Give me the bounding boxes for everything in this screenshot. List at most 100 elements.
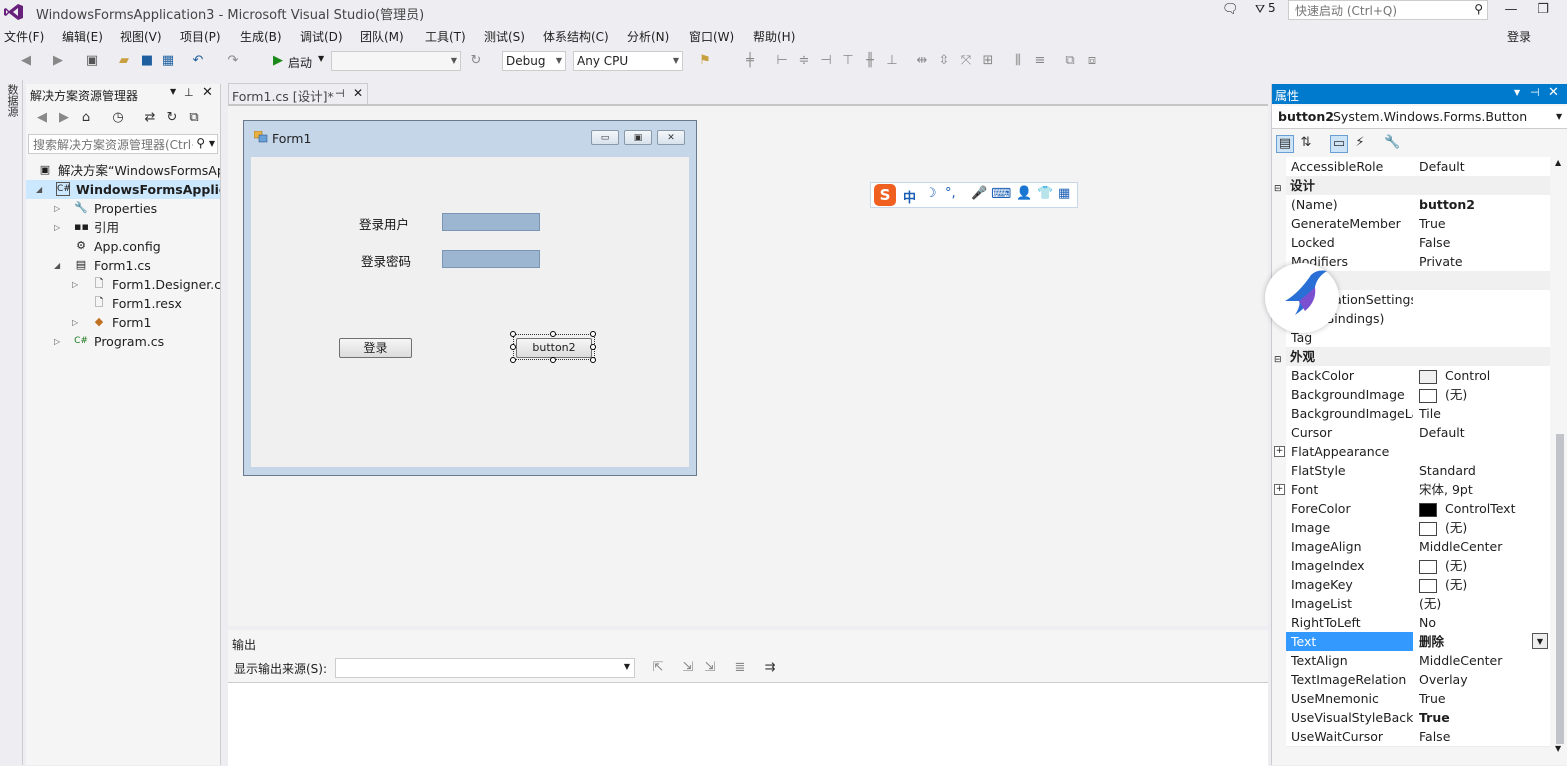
login-button[interactable]: 登录 bbox=[339, 338, 412, 358]
close-icon[interactable]: ✕ bbox=[202, 85, 213, 100]
menu-analyze[interactable]: 分析(N) bbox=[627, 28, 669, 45]
property-row[interactable]: UseVisualStyleBackColorTrue bbox=[1286, 708, 1550, 728]
pin-icon[interactable]: ⊥ bbox=[184, 86, 194, 99]
expanded-arrow-icon[interactable]: ◢ bbox=[54, 256, 60, 275]
minimize-button[interactable]: — bbox=[1500, 2, 1522, 20]
align-bottoms-icon[interactable]: ⊥ bbox=[884, 53, 900, 69]
output-source-select[interactable]: ▼ bbox=[335, 658, 635, 678]
collapse-icon[interactable]: ⊟ bbox=[1274, 351, 1282, 370]
pin-icon[interactable]: ⊣ bbox=[1530, 86, 1540, 99]
undo-icon[interactable]: ↶ bbox=[190, 53, 206, 69]
tree-item-program-cs[interactable]: ▷ C# Program.cs bbox=[26, 332, 220, 351]
tab-form1-designer[interactable]: Form1.cs [设计]* ⊣ ✕ bbox=[228, 83, 368, 104]
collapse-all-icon[interactable]: ⧉ bbox=[186, 110, 202, 126]
toolbox-icon[interactable]: ▦ bbox=[1058, 186, 1070, 201]
menu-tools[interactable]: 工具(T) bbox=[425, 28, 466, 45]
property-category[interactable]: ⊟ 外观 bbox=[1274, 347, 1550, 366]
property-row[interactable]: Cursor Default bbox=[1286, 423, 1550, 443]
save-all-icon[interactable]: ▦ bbox=[160, 53, 176, 69]
user-icon[interactable]: 👤 bbox=[1016, 186, 1032, 201]
find-in-files-icon[interactable]: ⚑ bbox=[697, 53, 713, 69]
menu-debug[interactable]: 调试(D) bbox=[300, 28, 343, 45]
login-link[interactable]: 登录 bbox=[1507, 28, 1531, 45]
property-row[interactable]: + FlatAppearance bbox=[1274, 442, 1550, 462]
tree-item-form1-class[interactable]: ▷ ◆ Form1 bbox=[26, 313, 220, 332]
text-editor-dropdown-button[interactable]: ▼ bbox=[1532, 633, 1548, 649]
save-icon[interactable]: ■ bbox=[139, 53, 155, 69]
form-close-icon[interactable]: ✕ bbox=[657, 130, 685, 145]
new-project-icon[interactable]: ▣ bbox=[84, 53, 100, 69]
property-row[interactable]: ForeColor ControlText bbox=[1286, 499, 1550, 519]
quick-launch-input[interactable] bbox=[1293, 2, 1467, 20]
tree-item-form1-cs[interactable]: ◢ ▤ Form1.cs bbox=[26, 256, 220, 275]
redo-icon[interactable]: ↷ bbox=[225, 53, 241, 69]
goto-previous-icon[interactable]: ⇱ bbox=[650, 660, 666, 676]
property-pages-icon[interactable]: 🔧 bbox=[1384, 135, 1400, 151]
label-login-password[interactable]: 登录密码 bbox=[361, 251, 411, 270]
align-lefts-icon[interactable]: ⊢ bbox=[774, 53, 790, 69]
menu-team[interactable]: 团队(M) bbox=[360, 28, 404, 45]
expanded-arrow-icon[interactable]: ◢ bbox=[36, 180, 42, 199]
sogou-logo-icon[interactable]: S bbox=[874, 184, 896, 206]
property-row[interactable]: ImageKey (无) bbox=[1286, 575, 1550, 595]
menu-help[interactable]: 帮助(H) bbox=[753, 28, 795, 45]
property-row-selected[interactable]: Text 删除 ▼ bbox=[1286, 632, 1550, 652]
data-sources-tab[interactable]: 数据源 bbox=[4, 84, 20, 117]
scrollbar-thumb[interactable] bbox=[1556, 434, 1564, 744]
refresh-icon[interactable]: ↻ bbox=[164, 110, 180, 126]
properties-view-icon[interactable]: ▭ bbox=[1330, 135, 1348, 153]
start-label[interactable]: 启动 bbox=[288, 54, 312, 71]
resize-handle[interactable] bbox=[510, 357, 516, 363]
property-row[interactable]: UseWaitCursor False bbox=[1286, 727, 1550, 747]
make-same-height-icon[interactable]: ⇳ bbox=[936, 53, 952, 69]
home-icon[interactable]: ⌂ bbox=[78, 110, 94, 126]
property-row[interactable]: UseMnemonic True bbox=[1286, 689, 1550, 709]
menu-test[interactable]: 测试(S) bbox=[484, 28, 525, 45]
close-icon[interactable]: ✕ bbox=[353, 86, 363, 100]
sync-icon[interactable]: ⇄ bbox=[142, 110, 158, 126]
resize-handle[interactable] bbox=[510, 344, 516, 350]
property-row[interactable]: (Name) button2 bbox=[1286, 195, 1550, 215]
microphone-icon[interactable]: 🎤 bbox=[971, 186, 987, 201]
align-tops-icon[interactable]: ⊤ bbox=[840, 53, 856, 69]
chevron-down-icon[interactable]: ▼ bbox=[209, 139, 215, 148]
button2[interactable]: button2 bbox=[516, 338, 592, 358]
property-row[interactable]: ImageAlign MiddleCenter bbox=[1286, 537, 1550, 557]
chevron-down-icon[interactable]: ▼ bbox=[1556, 112, 1562, 121]
expand-icon[interactable]: + bbox=[1274, 446, 1285, 457]
back-icon[interactable]: ◀ bbox=[18, 53, 34, 69]
menu-architecture[interactable]: 体系结构(C) bbox=[543, 28, 609, 45]
scroll-down-icon[interactable]: ▼ bbox=[1555, 744, 1561, 753]
menu-edit[interactable]: 编辑(E) bbox=[62, 28, 103, 45]
ime-language-toggle[interactable]: 中 bbox=[903, 187, 916, 206]
textbox-user[interactable] bbox=[442, 213, 540, 231]
collapsed-arrow-icon[interactable]: ▷ bbox=[54, 332, 60, 351]
back-icon[interactable]: ◀ bbox=[34, 110, 50, 126]
align-middles-icon[interactable]: ╫ bbox=[862, 53, 878, 69]
solution-search-box[interactable]: ⚲ ▼ bbox=[28, 134, 218, 154]
resize-handle[interactable] bbox=[510, 331, 516, 337]
tree-item-app-config[interactable]: ⚙ App.config bbox=[26, 237, 220, 256]
textbox-password[interactable] bbox=[442, 250, 540, 268]
events-icon[interactable]: ⚡ bbox=[1352, 135, 1368, 151]
form1-window[interactable]: Form1 ▭ ▣ ✕ 登录用户 登录密码 登录 button2 bbox=[243, 120, 697, 476]
debug-target-combo[interactable]: ▼ bbox=[331, 51, 461, 71]
tree-item-project[interactable]: ◢ C# WindowsFormsApplication3 bbox=[26, 180, 220, 199]
start-icon[interactable]: ▶ bbox=[270, 53, 286, 69]
resize-handle[interactable] bbox=[550, 331, 556, 337]
property-row[interactable]: BackgroundImage (无) bbox=[1286, 385, 1550, 405]
object-selector[interactable]: button2 System.Windows.Forms.Button ▼ bbox=[1272, 106, 1567, 129]
find-message-icon[interactable]: ⇲ bbox=[702, 660, 718, 676]
punctuation-icon[interactable]: °, bbox=[945, 186, 956, 201]
property-row[interactable]: BackgroundImageLayoutTile bbox=[1286, 404, 1550, 424]
panel-menu-icon[interactable]: ▼ bbox=[170, 87, 176, 96]
menu-view[interactable]: 视图(V) bbox=[120, 28, 162, 45]
form1-client-area[interactable]: 登录用户 登录密码 登录 button2 bbox=[251, 157, 689, 467]
make-same-width-icon[interactable]: ⇹ bbox=[914, 53, 930, 69]
restore-button[interactable]: ❐ bbox=[1532, 2, 1554, 20]
horizontal-spacing-icon[interactable]: ⫼ bbox=[1010, 53, 1026, 69]
refresh-icon[interactable]: ↻ bbox=[468, 53, 484, 69]
panel-menu-icon[interactable]: ▼ bbox=[1514, 88, 1520, 97]
resize-handle[interactable] bbox=[590, 344, 596, 350]
chevron-down-icon[interactable]: ▼ bbox=[624, 662, 630, 671]
